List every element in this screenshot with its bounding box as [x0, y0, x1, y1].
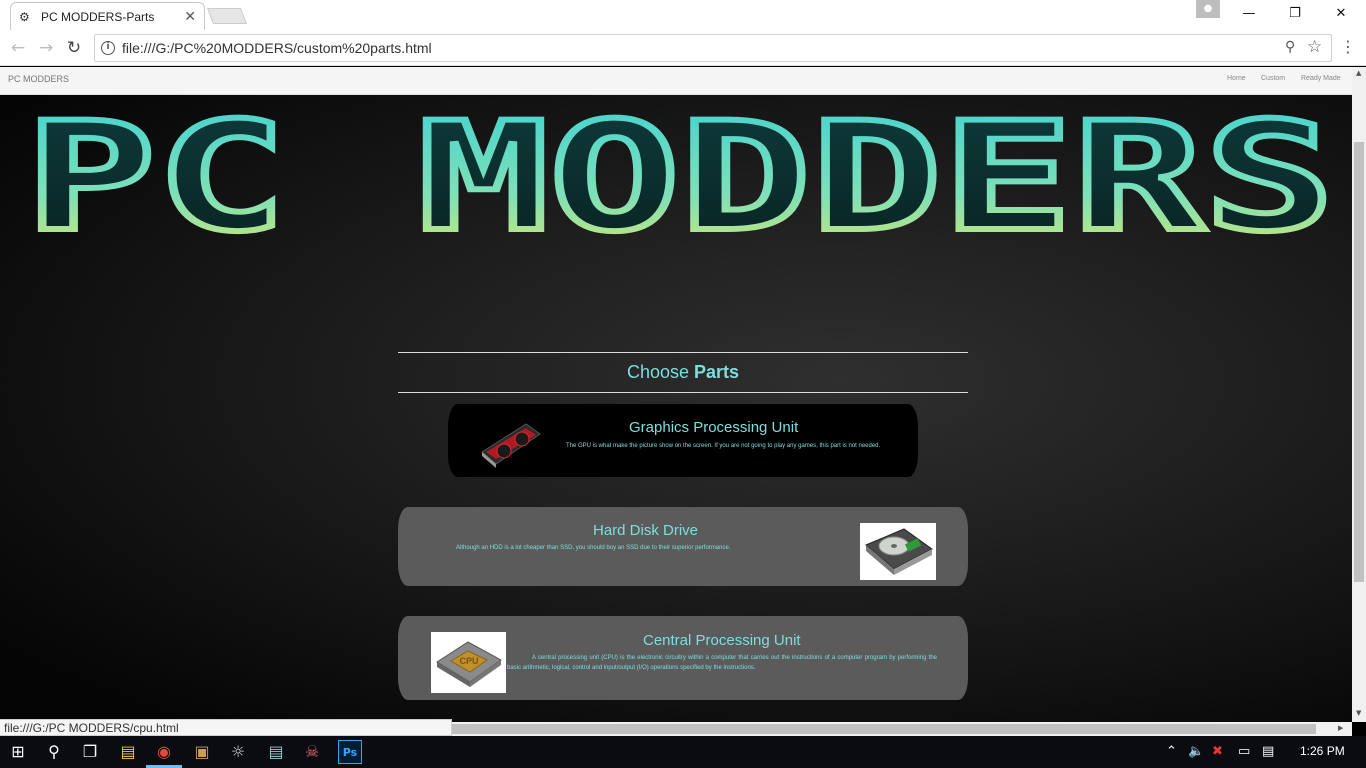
site-brand[interactable]: PC MODDERS [8, 74, 69, 84]
gpu-image [478, 418, 544, 470]
app-icon-1[interactable]: ▣ [190, 740, 214, 764]
choose-parts-heading: Choose Parts [398, 352, 968, 393]
tray-overflow-icon[interactable]: ⌃ [1166, 744, 1177, 759]
gpu-title[interactable]: Graphics Processing Unit [629, 419, 798, 436]
browser-tab[interactable]: ⚙ PC MODDERS-Parts ✕ [10, 2, 205, 30]
page-favicon-icon: ⚙ [19, 9, 30, 24]
bookmark-star-icon[interactable]: ☆ [1307, 37, 1322, 57]
restore-button[interactable]: ❐ [1272, 0, 1318, 28]
pc-modders-logo: PC MODDERS [22, 107, 1338, 268]
tab-bar: ⚙ PC MODDERS-Parts ✕ ● — ❐ ✕ [0, 0, 1366, 30]
part-card-gpu[interactable]: Graphics Processing Unit The GPU is what… [448, 404, 918, 477]
windows-taskbar: ⊞ ⚲ ❐ ▤ ◉ ▣ ☼ ▤ ☠ Ps ⌃ 🔈 ✖ ▭ ▤ 1:26 PM [0, 736, 1366, 768]
vertical-scroll-thumb[interactable] [1354, 142, 1364, 582]
tab-title: PC MODDERS-Parts [41, 9, 155, 24]
cpu-title[interactable]: Central Processing Unit [643, 632, 801, 649]
logo-text: PC MODDERS [25, 107, 1335, 265]
back-icon[interactable]: ← [6, 36, 30, 60]
taskbar-clock[interactable]: 1:26 PM [1300, 744, 1345, 758]
reload-icon[interactable]: ↻ [62, 36, 86, 60]
app-icon-2[interactable]: ☼ [226, 740, 250, 764]
part-card-cpu[interactable]: CPU Central Processing Unit A central pr… [398, 616, 968, 700]
start-windows-icon[interactable]: ⊞ [6, 740, 30, 764]
user-profile-icon[interactable]: ● [1196, 0, 1220, 18]
hdd-image [860, 523, 936, 580]
new-tab-button[interactable] [207, 8, 247, 24]
photoshop-icon[interactable]: Ps [338, 740, 362, 764]
file-explorer-icon[interactable]: ▤ [116, 740, 140, 764]
minimize-button[interactable]: — [1226, 0, 1272, 28]
close-window-button[interactable]: ✕ [1318, 0, 1364, 28]
nav-link-ready-made[interactable]: Ready Made [1301, 75, 1341, 82]
notification-icon[interactable]: ▤ [1262, 744, 1274, 759]
hdd-title[interactable]: Hard Disk Drive [593, 522, 698, 539]
zoom-icon[interactable]: ⚲ [1285, 39, 1295, 55]
forward-icon[interactable]: → [34, 36, 58, 60]
search-icon[interactable]: ⚲ [42, 740, 66, 764]
browser-menu-icon[interactable]: ⋮ [1340, 37, 1356, 56]
nav-link-custom[interactable]: Custom [1261, 75, 1285, 82]
info-icon[interactable]: i [101, 41, 115, 55]
network-icon[interactable]: ✖ [1212, 744, 1223, 759]
hdd-description: Although an HDD is a lot cheaper than SS… [456, 545, 731, 551]
horizontal-scroll-thumb[interactable] [452, 724, 1316, 734]
battery-icon[interactable]: ▭ [1238, 744, 1250, 759]
browser-toolbar: ← → ↻ i file:///G:/PC%20MODDERS/custom%2… [0, 30, 1366, 66]
heading-bold: Parts [694, 362, 740, 382]
heading-text: Choose Parts [626, 362, 740, 382]
notepad-icon[interactable]: ▤ [264, 740, 288, 764]
chrome-icon[interactable]: ◉ [152, 740, 176, 764]
page-viewport: PC MODDERS Home Custom Ready Made PC MOD… [0, 67, 1352, 722]
close-tab-icon[interactable]: ✕ [184, 9, 196, 25]
nav-link-home[interactable]: Home [1227, 75, 1246, 82]
cpu-description: A central processing unit (CPU) is the e… [507, 655, 937, 671]
site-navbar: PC MODDERS Home Custom Ready Made [0, 67, 1352, 95]
cpu-chip-label: CPU [459, 656, 478, 666]
task-view-icon[interactable]: ❐ [78, 740, 102, 764]
app-icon-3[interactable]: ☠ [300, 740, 324, 764]
scroll-up-icon[interactable]: ▲ [1356, 69, 1361, 77]
vertical-scrollbar[interactable]: ▲ ▼ [1352, 67, 1366, 722]
scroll-right-icon[interactable]: ▶ [1338, 724, 1343, 732]
part-card-hdd[interactable]: Hard Disk Drive Although an HDD is a lot… [398, 507, 968, 586]
url-text[interactable]: file:///G:/PC%20MODDERS/custom%20parts.h… [122, 40, 432, 56]
volume-icon[interactable]: 🔈 [1188, 744, 1204, 759]
scroll-down-icon[interactable]: ▼ [1356, 709, 1361, 717]
status-url-bubble: file:///G:/PC MODDERS/cpu.html [0, 719, 452, 736]
address-bar[interactable]: i file:///G:/PC%20MODDERS/custom%20parts… [94, 34, 1332, 62]
gpu-description: The GPU is what make the picture show on… [566, 443, 881, 449]
cpu-image: CPU [431, 632, 506, 693]
